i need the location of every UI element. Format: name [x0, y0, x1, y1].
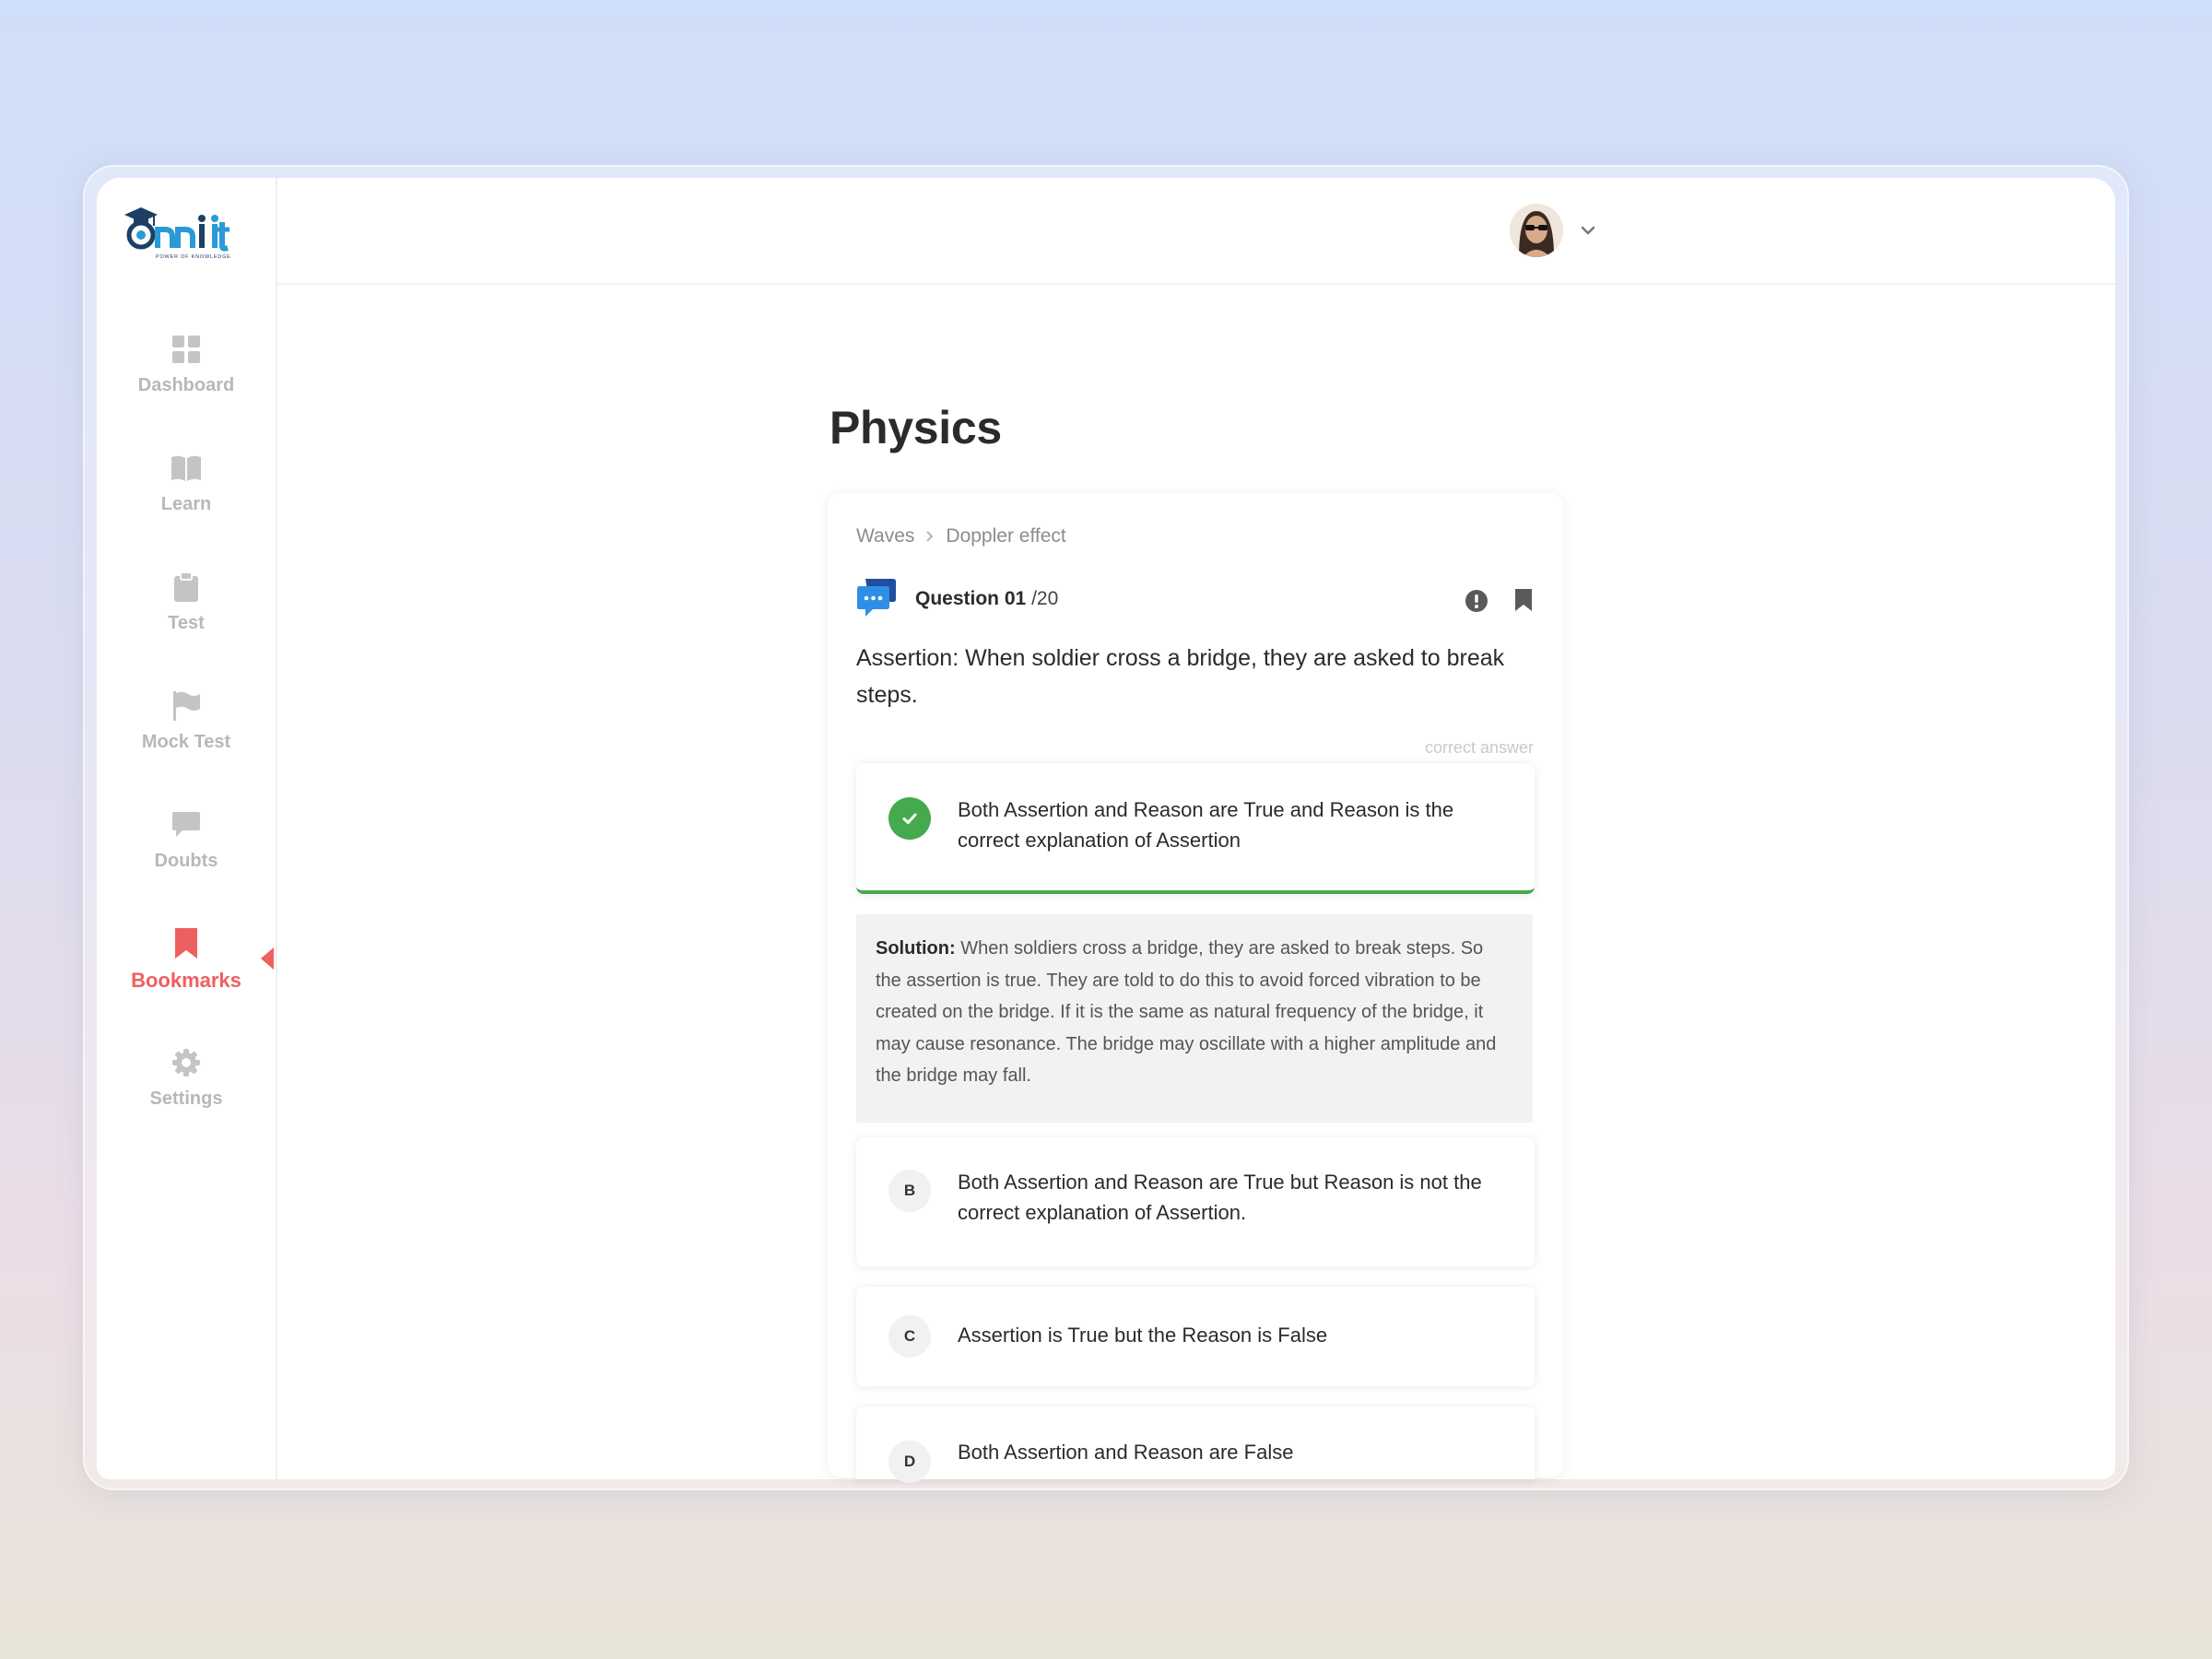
sidebar-item-mock-test[interactable]: Mock Test: [97, 688, 276, 771]
option-key: D: [888, 1441, 931, 1483]
option-a-correct[interactable]: Both Assertion and Reason are True and R…: [856, 763, 1535, 894]
solution-panel: Solution: When soldiers cross a bridge, …: [856, 914, 1533, 1123]
bookmark-icon: [168, 924, 205, 961]
sidebar-item-label: Settings: [149, 1088, 223, 1109]
sidebar-item-test[interactable]: Test: [97, 569, 276, 652]
breadcrumb: Waves Doppler effect: [856, 525, 1066, 547]
question-chat-icon: [856, 577, 897, 622]
flag-icon: [168, 688, 205, 724]
brand-logo[interactable]: POWER OF KNOWLEDGE: [123, 204, 252, 261]
sidebar-item-label: Mock Test: [141, 732, 231, 752]
option-text: Both Assertion and Reason are False: [958, 1441, 1294, 1464]
sidebar-item-settings[interactable]: Settings: [97, 1044, 276, 1127]
clipboard-icon: [168, 569, 205, 606]
sidebar-item-bookmarks[interactable]: Bookmarks: [97, 924, 276, 1007]
chevron-right-icon: [925, 530, 935, 543]
option-text: Both Assertion and Reason are True and R…: [958, 798, 1454, 852]
gear-icon: [168, 1044, 205, 1081]
bookmark-icon[interactable]: [1510, 586, 1537, 614]
breadcrumb-item[interactable]: Doppler effect: [946, 525, 1065, 547]
question-counter: Question 01 /20: [915, 588, 1059, 609]
page-title: Physics: [830, 402, 1002, 453]
sidebar: POWER OF KNOWLEDGE Dashboard Learn Test: [97, 178, 277, 1479]
solution-text: When soldiers cross a bridge, they are a…: [876, 938, 1497, 1086]
sidebar-item-label: Doubts: [154, 851, 218, 871]
solution-label: Solution:: [876, 938, 956, 959]
top-bar: [277, 178, 2115, 285]
sidebar-item-label: Dashboard: [137, 375, 235, 395]
option-text: Assertion is True but the Reason is Fals…: [958, 1324, 1328, 1347]
sidebar-item-dashboard[interactable]: Dashboard: [97, 331, 276, 414]
sidebar-item-label: Bookmarks: [131, 969, 241, 992]
book-icon: [168, 450, 205, 487]
option-d[interactable]: D Both Assertion and Reason are False: [856, 1406, 1535, 1483]
sidebar-item-label: Learn: [160, 494, 212, 514]
sidebar-item-learn[interactable]: Learn: [97, 450, 276, 533]
breadcrumb-item[interactable]: Waves: [856, 525, 914, 547]
check-icon: [888, 797, 931, 840]
report-icon[interactable]: [1463, 587, 1490, 615]
logo-mark-icon: POWER OF KNOWLEDGE: [124, 207, 231, 260]
option-c[interactable]: C Assertion is True but the Reason is Fa…: [856, 1287, 1535, 1386]
chevron-down-icon[interactable]: [1578, 220, 1598, 241]
option-key: B: [888, 1170, 931, 1212]
active-indicator: [261, 947, 274, 970]
chat-bubble-icon: [168, 806, 205, 843]
avatar[interactable]: [1510, 204, 1563, 257]
option-text: Both Assertion and Reason are True but R…: [958, 1171, 1482, 1224]
question-header: Question 01 /20: [856, 577, 1059, 622]
svg-text:POWER OF KNOWLEDGE: POWER OF KNOWLEDGE: [156, 254, 231, 260]
option-b[interactable]: B Both Assertion and Reason are True but…: [856, 1137, 1535, 1266]
correct-answer-hint: correct answer: [1424, 738, 1534, 757]
dashboard-grid-icon: [168, 331, 205, 368]
sidebar-item-doubts[interactable]: Doubts: [97, 806, 276, 889]
question-text: Assertion: When soldier cross a bridge, …: [856, 645, 1505, 708]
sidebar-item-label: Test: [168, 613, 205, 633]
option-key: C: [888, 1315, 931, 1358]
